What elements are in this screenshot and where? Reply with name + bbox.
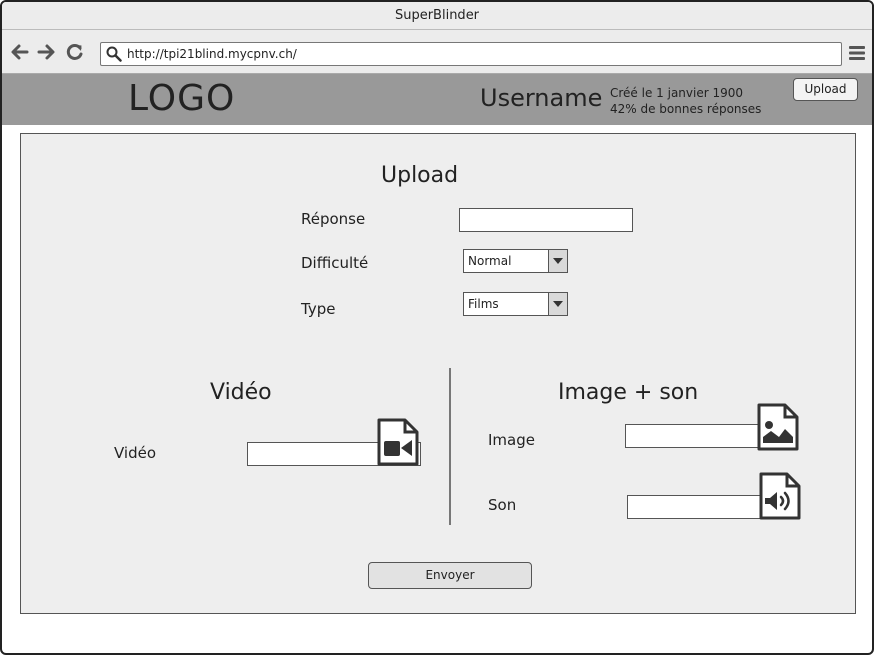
form-title: Upload <box>381 163 459 188</box>
video-label: Vidéo <box>114 444 157 462</box>
video-section-title: Vidéo <box>210 380 272 405</box>
score-text: 42% de bonnes réponses <box>610 102 762 116</box>
sound-label: Son <box>488 496 517 514</box>
image-input[interactable] <box>625 424 765 448</box>
difficulty-select[interactable]: Normal <box>463 249 568 273</box>
created-date: Créé le 1 janvier 1900 <box>610 86 744 100</box>
hamburger-menu-icon[interactable] <box>848 44 866 62</box>
url-bar[interactable]: http://tpi21blind.mycpnv.ch/ <box>100 42 842 66</box>
video-file-icon[interactable] <box>377 418 419 466</box>
image-file-icon[interactable] <box>757 403 799 451</box>
back-arrow-icon[interactable] <box>10 42 30 62</box>
window-title: SuperBlinder <box>2 2 872 30</box>
audio-file-icon[interactable] <box>759 472 801 520</box>
username[interactable]: Username <box>480 84 602 112</box>
url-text: http://tpi21blind.mycpnv.ch/ <box>127 47 297 61</box>
section-divider <box>449 368 451 525</box>
browser-toolbar: http://tpi21blind.mycpnv.ch/ <box>2 30 872 74</box>
difficulty-value: Normal <box>468 254 512 268</box>
site-header: LOGO Username Créé le 1 janvier 1900 42%… <box>2 74 872 125</box>
chevron-down-icon[interactable] <box>548 250 567 272</box>
difficulty-label: Difficulté <box>301 254 369 272</box>
upload-panel: Upload Réponse Difficulté Normal Type Fi… <box>20 133 856 614</box>
forward-arrow-icon[interactable] <box>36 42 56 62</box>
image-sound-section-title: Image + son <box>558 380 699 405</box>
logo[interactable]: LOGO <box>128 78 235 119</box>
submit-button[interactable]: Envoyer <box>368 562 532 589</box>
answer-label: Réponse <box>301 210 366 228</box>
browser-window: SuperBlinder http://tpi21blind.mycpnv.ch… <box>0 0 874 655</box>
user-meta: Créé le 1 janvier 1900 42% de bonnes rép… <box>610 85 761 117</box>
sound-input[interactable] <box>627 495 767 519</box>
image-label: Image <box>488 431 535 449</box>
type-value: Films <box>468 297 499 311</box>
upload-button[interactable]: Upload <box>793 78 858 101</box>
reload-icon[interactable] <box>65 42 85 62</box>
answer-input[interactable] <box>459 208 633 232</box>
search-icon <box>106 46 122 62</box>
type-label: Type <box>301 300 336 318</box>
chevron-down-icon[interactable] <box>548 293 567 315</box>
type-select[interactable]: Films <box>463 292 568 316</box>
